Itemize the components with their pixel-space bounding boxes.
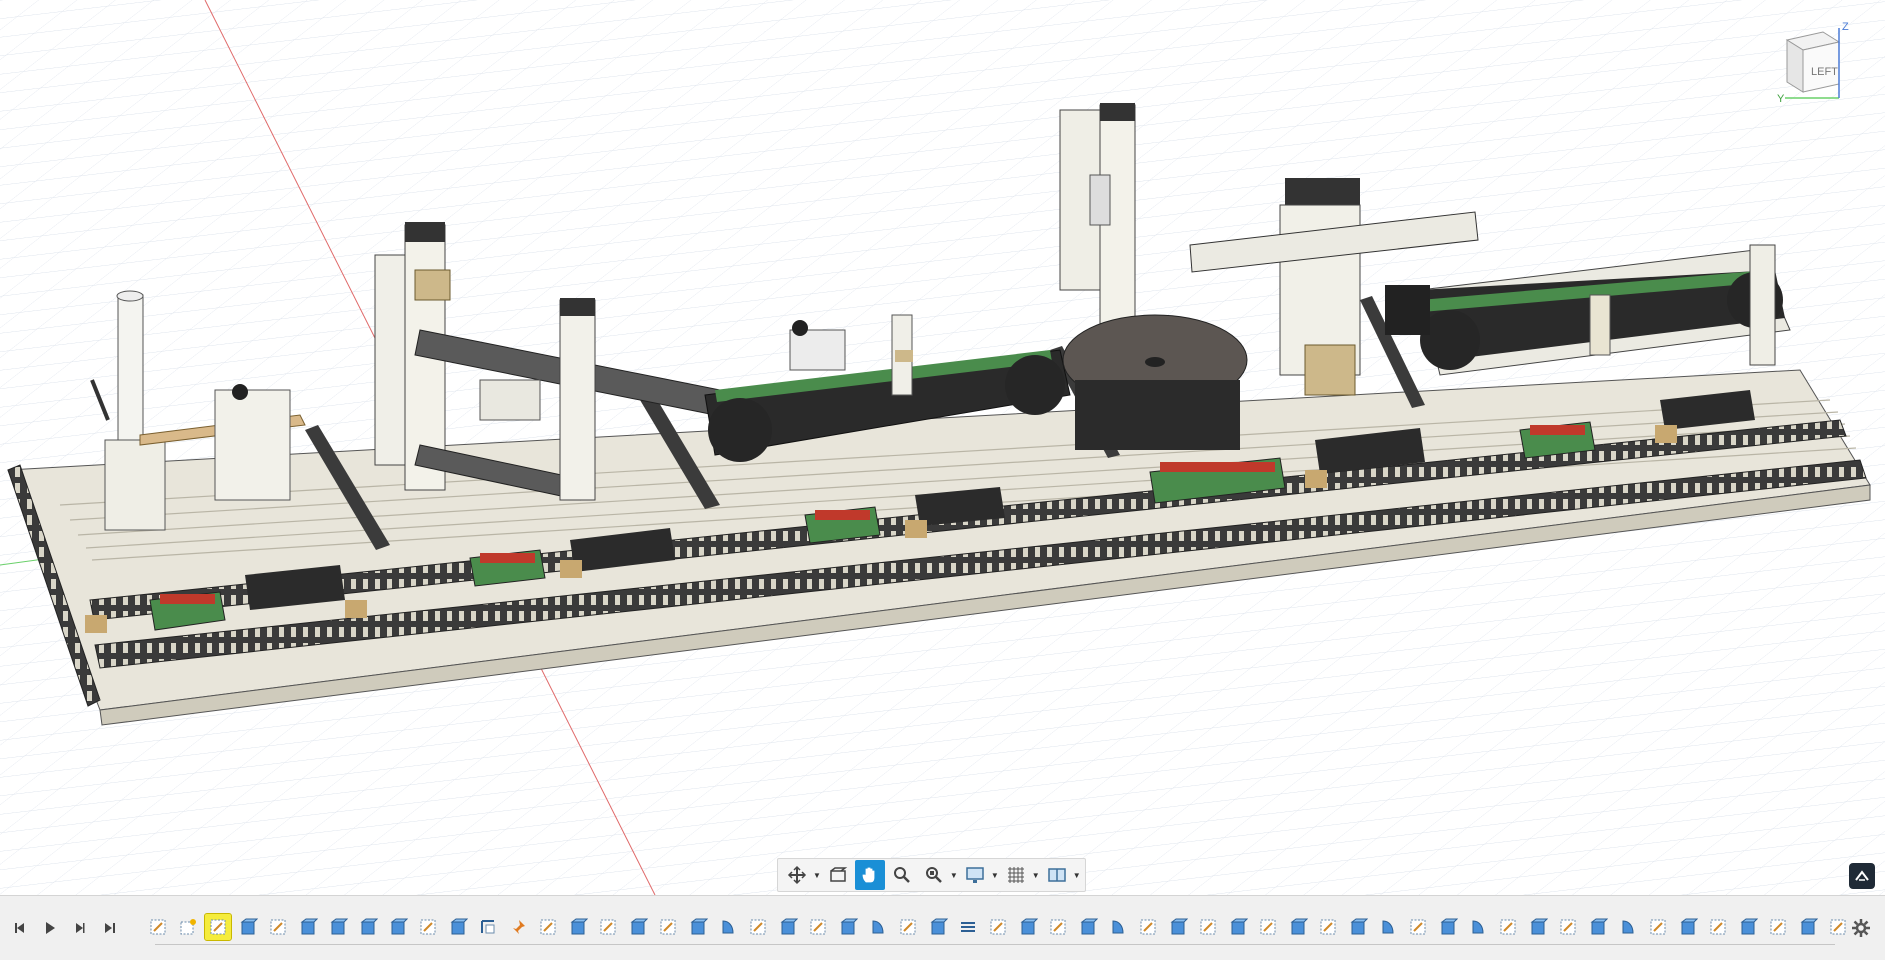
timeline-feature-sketch-icon[interactable] xyxy=(1045,914,1071,940)
timeline-feature-sketch-icon[interactable] xyxy=(745,914,771,940)
timeline-feature-revolve-icon[interactable] xyxy=(1375,914,1401,940)
timeline-feature-sketch-icon[interactable] xyxy=(655,914,681,940)
timeline-track[interactable] xyxy=(155,944,1835,945)
timeline-feature-sketch-icon[interactable] xyxy=(1765,914,1791,940)
timeline-feature-component-icon[interactable] xyxy=(1735,914,1761,940)
timeline-feature-component-icon[interactable] xyxy=(565,914,591,940)
timeline-feature-sketch-icon[interactable] xyxy=(1495,914,1521,940)
timeline-feature-component-icon[interactable] xyxy=(385,914,411,940)
look-at-icon[interactable] xyxy=(823,860,853,890)
play-icon[interactable] xyxy=(38,916,62,940)
step-forward-icon[interactable] xyxy=(68,916,92,940)
timeline-feature-sketch-icon[interactable] xyxy=(415,914,441,940)
canvas-scene[interactable] xyxy=(0,0,1885,895)
timeline-feature-component-icon[interactable] xyxy=(1225,914,1251,940)
timeline-feature-revolve-icon[interactable] xyxy=(865,914,891,940)
timeline-feature-sketch-icon[interactable] xyxy=(1555,914,1581,940)
zoom-icon[interactable] xyxy=(887,860,917,890)
view-cube-face-label[interactable]: LEFT xyxy=(1811,66,1838,78)
timeline-feature-pattern-icon[interactable] xyxy=(955,914,981,940)
chevron-down-icon[interactable]: ▼ xyxy=(991,871,999,880)
timeline-feature-component-icon[interactable] xyxy=(1165,914,1191,940)
timeline-feature-revolve-icon[interactable] xyxy=(1615,914,1641,940)
timeline-feature-sketch-icon[interactable] xyxy=(1135,914,1161,940)
timeline-feature-component-icon[interactable] xyxy=(1285,914,1311,940)
view-cube-y-label: Y xyxy=(1777,93,1785,105)
pan-hand-icon[interactable] xyxy=(854,860,885,890)
display-settings-tool[interactable]: ▼ xyxy=(960,860,999,890)
timeline-feature-sketch-icon[interactable] xyxy=(145,914,171,940)
fit-icon[interactable] xyxy=(919,860,949,890)
timeline-features xyxy=(145,913,1851,941)
fusion-logo-icon[interactable] xyxy=(1849,863,1875,889)
grid-snaps-icon[interactable] xyxy=(1001,860,1031,890)
timeline-feature-component-icon[interactable] xyxy=(235,914,261,940)
timeline-feature-sketch-star-icon[interactable] xyxy=(175,914,201,940)
skip-to-end-icon[interactable] xyxy=(98,916,122,940)
grid-snaps-tool[interactable]: ▼ xyxy=(1001,860,1040,890)
fit-tool[interactable]: ▼ xyxy=(919,860,958,890)
timeline-feature-component-icon[interactable] xyxy=(925,914,951,940)
timeline-feature-component-icon[interactable] xyxy=(775,914,801,940)
timeline-feature-sketch-icon[interactable] xyxy=(1405,914,1431,940)
view-cube[interactable]: LEFT Z Y xyxy=(1765,18,1855,108)
timeline-feature-sketch-icon[interactable] xyxy=(1705,914,1731,940)
timeline-feature-sketch-icon[interactable] xyxy=(895,914,921,940)
timeline-feature-component-icon[interactable] xyxy=(1015,914,1041,940)
timeline-feature-component-icon[interactable] xyxy=(835,914,861,940)
timeline-feature-sketch-icon[interactable] xyxy=(1195,914,1221,940)
timeline-feature-component-icon[interactable] xyxy=(355,914,381,940)
timeline-feature-component-icon[interactable] xyxy=(1435,914,1461,940)
timeline-feature-sketch-icon[interactable] xyxy=(535,914,561,940)
playback-controls xyxy=(8,916,122,940)
viewports-tool[interactable]: ▼ xyxy=(1042,860,1081,890)
timeline-feature-sketch-icon[interactable] xyxy=(595,914,621,940)
timeline-feature-revolve-icon[interactable] xyxy=(715,914,741,940)
timeline-feature-component-icon[interactable] xyxy=(625,914,651,940)
skip-to-start-icon[interactable] xyxy=(8,916,32,940)
timeline-feature-component-icon[interactable] xyxy=(1345,914,1371,940)
timeline-feature-sketch-icon[interactable] xyxy=(805,914,831,940)
display-settings-icon[interactable] xyxy=(960,860,990,890)
timeline-feature-component-icon[interactable] xyxy=(445,914,471,940)
timeline-feature-component-icon[interactable] xyxy=(1525,914,1551,940)
3d-viewport[interactable]: LEFT Z Y ▼ ▼ ▼ ▼ ▼ xyxy=(0,0,1885,895)
viewports-icon[interactable] xyxy=(1042,860,1072,890)
timeline-feature-corner-sketch-icon[interactable] xyxy=(475,914,501,940)
chevron-down-icon[interactable]: ▼ xyxy=(1073,871,1081,880)
navigation-toolbar: ▼ ▼ ▼ ▼ ▼ xyxy=(777,858,1086,892)
timeline-feature-component-icon[interactable] xyxy=(1795,914,1821,940)
timeline-feature-pin-icon[interactable] xyxy=(505,914,531,940)
orbit-icon[interactable] xyxy=(782,860,812,890)
timeline-feature-sketch-icon[interactable] xyxy=(985,914,1011,940)
timeline-feature-sketch-icon[interactable] xyxy=(1315,914,1341,940)
timeline-feature-component-icon[interactable] xyxy=(685,914,711,940)
timeline-bar xyxy=(0,895,1885,960)
timeline-feature-component-icon[interactable] xyxy=(295,914,321,940)
timeline-feature-component-icon[interactable] xyxy=(1075,914,1101,940)
chevron-down-icon[interactable]: ▼ xyxy=(1032,871,1040,880)
timeline-feature-sketch-icon[interactable] xyxy=(1825,914,1851,940)
timeline-feature-component-icon[interactable] xyxy=(1675,914,1701,940)
chevron-down-icon[interactable]: ▼ xyxy=(950,871,958,880)
chevron-down-icon[interactable]: ▼ xyxy=(813,871,821,880)
timeline-feature-sketch-icon[interactable] xyxy=(204,913,232,941)
gear-icon[interactable] xyxy=(1849,916,1873,940)
timeline-feature-revolve-icon[interactable] xyxy=(1465,914,1491,940)
timeline-feature-sketch-icon[interactable] xyxy=(1255,914,1281,940)
timeline-feature-revolve-icon[interactable] xyxy=(1105,914,1131,940)
view-cube-z-label: Z xyxy=(1842,21,1849,33)
timeline-feature-sketch-icon[interactable] xyxy=(1645,914,1671,940)
timeline-feature-component-icon[interactable] xyxy=(1585,914,1611,940)
orbit-tool[interactable]: ▼ xyxy=(782,860,821,890)
timeline-feature-sketch-icon[interactable] xyxy=(265,914,291,940)
timeline-feature-component-icon[interactable] xyxy=(325,914,351,940)
